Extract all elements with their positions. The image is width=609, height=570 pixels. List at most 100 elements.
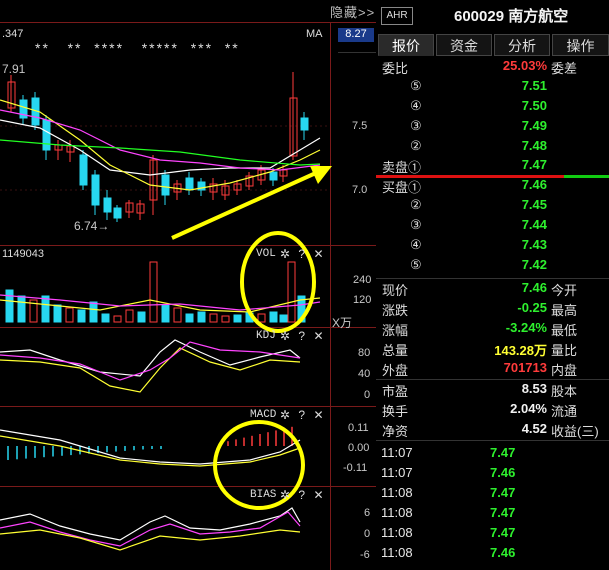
hide-panel-button[interactable]: 隐藏>> xyxy=(330,2,375,21)
gear-icon[interactable]: ✲ xyxy=(280,247,290,261)
sell-level-price: 7.47 xyxy=(521,157,547,172)
divider xyxy=(376,379,609,380)
bias-icon-group: ✲ ? ✕ xyxy=(280,488,324,502)
volume-bar xyxy=(221,315,230,323)
pane-border xyxy=(0,22,376,23)
volume-bar xyxy=(53,304,62,323)
volume-bar xyxy=(113,315,122,323)
candle-body xyxy=(161,174,170,196)
volume-bar xyxy=(269,311,278,323)
buy-level-row: ③ 7.44 xyxy=(376,217,609,237)
bias-tick-low: -6 xyxy=(360,549,370,561)
divider xyxy=(376,440,609,441)
trade-price: 7.46 xyxy=(490,465,516,480)
tab-operation[interactable]: 操作 xyxy=(552,34,609,56)
tab-funds[interactable]: 资金 xyxy=(436,34,492,56)
buy-level-row: ② 7.45 xyxy=(376,197,609,217)
trade-time: 11:07 xyxy=(381,465,413,480)
gear-icon[interactable]: ✲ xyxy=(280,329,290,343)
trade-price: 7.47 xyxy=(490,505,516,520)
volume-bar xyxy=(209,313,218,323)
tab-analysis[interactable]: 分析 xyxy=(494,34,550,56)
close-icon[interactable]: ✕ xyxy=(313,329,323,343)
help-icon[interactable]: ? xyxy=(298,247,305,261)
axis-divider xyxy=(338,52,376,53)
help-icon[interactable]: ? xyxy=(298,329,305,343)
stat-label: 现价 xyxy=(382,283,409,298)
macd-icon-group: ✲ ? ✕ xyxy=(280,408,324,422)
trade-price: 7.47 xyxy=(490,445,516,460)
gear-icon[interactable]: ✲ xyxy=(280,408,290,422)
tab-quote[interactable]: 报价 xyxy=(378,34,434,56)
trade-time: 11:07 xyxy=(381,445,413,460)
macd-tick-high: 0.11 xyxy=(348,422,369,434)
stat-label: 换手 xyxy=(382,404,409,419)
kline-chart-area[interactable]: 隐藏>> .347 MA 8.27 ** ** **** ***** *** *… xyxy=(0,0,376,570)
trade-row: 11:08 7.46 xyxy=(376,545,609,565)
candle-body xyxy=(113,207,122,219)
volume-bar xyxy=(101,313,110,323)
volume-bar xyxy=(65,307,74,323)
volume-bar xyxy=(137,311,146,323)
stat-row: 外盘 701713 内盘 xyxy=(376,360,609,380)
annotation-arrow-shaft xyxy=(171,170,319,240)
kline-chart-canvas[interactable] xyxy=(0,0,376,570)
help-icon[interactable]: ? xyxy=(298,488,305,502)
stat-label-right: 今开 xyxy=(551,283,578,298)
buy-level-row: ⑤ 7.42 xyxy=(376,257,609,277)
stat-row: 现价 7.46 今开 xyxy=(376,280,609,300)
buy-side-label: 买盘① xyxy=(382,180,422,195)
ma-value-label: .347 xyxy=(2,28,24,40)
trade-price: 7.47 xyxy=(490,525,516,540)
ahr-badge[interactable]: AHR xyxy=(381,7,413,25)
close-icon[interactable]: ✕ xyxy=(313,247,323,261)
stat-value: 8.53 xyxy=(521,381,547,396)
stat-value: -0.25 xyxy=(517,300,547,315)
level-marker: ③ xyxy=(410,217,422,232)
kdj-indicator-name: KDJ xyxy=(256,330,276,342)
stat-value: 7.46 xyxy=(521,280,547,295)
ma60-line xyxy=(0,139,321,166)
price-axis-top-value: 8.27 xyxy=(338,28,374,42)
close-icon[interactable]: ✕ xyxy=(313,488,323,502)
volume-bar xyxy=(287,261,296,323)
trade-row: 11:08 7.47 xyxy=(376,485,609,505)
stat-label-right: 流通 xyxy=(551,404,578,419)
stat-label: 市盈 xyxy=(382,384,409,399)
trade-time: 11:08 xyxy=(381,505,413,520)
vol-tick-120: 120 xyxy=(353,294,372,306)
stat-row: 市盈 8.53 股本 xyxy=(376,381,609,401)
macd-tick-low: -0.11 xyxy=(343,462,368,474)
low-price-label: 6.74→ xyxy=(74,219,110,233)
vol-tick-240: 240 xyxy=(353,274,372,286)
bias-tick-high: 6 xyxy=(364,507,371,519)
volume-bar xyxy=(89,301,98,323)
trade-row: 11:07 7.47 xyxy=(376,445,609,465)
level-marker: ⑤ xyxy=(410,78,422,93)
sell-level-row: ⑤ 7.51 xyxy=(376,78,609,98)
stat-row: 涨幅 -3.24% 最低 xyxy=(376,320,609,340)
wei-bi-row: 委比 25.03% 委差 xyxy=(376,58,609,78)
candle-body xyxy=(103,197,112,213)
wei-bi-label: 委比 xyxy=(382,61,409,76)
close-icon[interactable]: ✕ xyxy=(313,408,323,422)
bias-line-2 xyxy=(0,511,301,547)
bias-tick-zero: 0 xyxy=(364,528,371,540)
kdj-j-line xyxy=(0,341,301,381)
stat-label-right: 股本 xyxy=(551,384,578,399)
level-marker: ② xyxy=(410,138,422,153)
stat-label-right: 最低 xyxy=(551,323,578,338)
stat-value: 701713 xyxy=(503,360,547,375)
level-marker: ③ xyxy=(410,118,422,133)
help-icon[interactable]: ? xyxy=(298,408,305,422)
stat-row: 涨跌 -0.25 最高 xyxy=(376,300,609,320)
level-marker: ⑤ xyxy=(410,257,422,272)
sell-level-price: 7.49 xyxy=(521,118,547,133)
kdj-icon-group: ✲ ? ✕ xyxy=(280,329,324,343)
volume-bar xyxy=(125,309,134,323)
gear-icon[interactable]: ✲ xyxy=(280,488,290,502)
sell-level-row: ② 7.48 xyxy=(376,138,609,158)
vol-icon-group: ✲ ? ✕ xyxy=(280,247,324,261)
level-marker: ④ xyxy=(410,98,422,113)
volume-bar xyxy=(17,295,26,323)
